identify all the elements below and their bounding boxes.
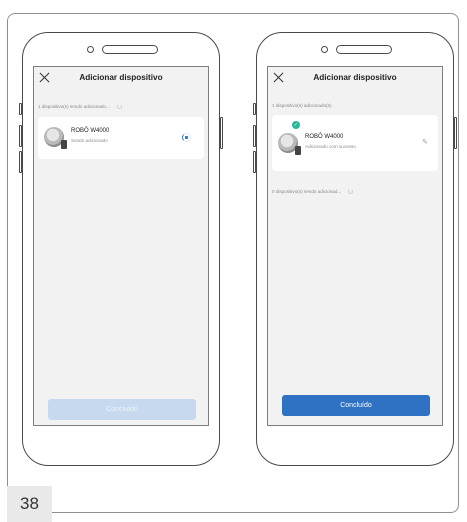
device-card[interactable]: ✓ ROBÔ W4000 Adicionado com sucesso ✎ (272, 115, 438, 171)
phone-speaker (336, 45, 392, 54)
pending-status-text: 0 dispositivo(s) sendo adicionad... (272, 189, 342, 194)
device-status: Sendo adicionado (71, 138, 108, 143)
phone-mockup-adding: Adicionar dispositivo 1 dispositivo(s) s… (19, 32, 223, 466)
loading-spinner-icon (116, 104, 122, 110)
pending-status: 0 dispositivo(s) sendo adicionad... (272, 189, 354, 195)
success-check-icon: ✓ (292, 121, 300, 129)
adding-status: 1 dispositivo(s) sendo adicionado... (38, 104, 122, 110)
device-card[interactable]: ROBÔ W4000 Sendo adicionado (38, 117, 204, 159)
app-bar: Adicionar dispositivo (34, 67, 208, 89)
phone-side-button (19, 103, 22, 115)
concluido-button[interactable]: Concluído (48, 399, 196, 420)
phone-side-button (253, 103, 256, 115)
device-name: ROBÔ W4000 (71, 128, 110, 134)
app-screen-added: Adicionar dispositivo 1 dispositivo(s) a… (267, 66, 443, 426)
phone-volume-up-button (19, 125, 22, 147)
phone-volume-up-button (253, 125, 256, 147)
app-screen-adding: Adicionar dispositivo 1 dispositivo(s) s… (33, 66, 209, 426)
phone-volume-down-button (253, 151, 256, 173)
device-name: ROBÔ W4000 (305, 134, 344, 140)
page-title: Adicionar dispositivo (313, 73, 397, 82)
adding-status-text: 1 dispositivo(s) sendo adicionado... (38, 104, 110, 109)
page-title: Adicionar dispositivo (79, 73, 163, 82)
loading-spinner-icon (348, 189, 354, 195)
phone-mockup-added: Adicionar dispositivo 1 dispositivo(s) a… (253, 32, 457, 466)
phone-camera (321, 46, 328, 53)
app-bar: Adicionar dispositivo (268, 67, 442, 89)
phone-speaker (102, 45, 158, 54)
robot-vacuum-icon (44, 127, 67, 149)
page-number: 38 (7, 486, 52, 522)
phone-camera (87, 46, 94, 53)
concluido-button[interactable]: Concluído (282, 395, 430, 416)
edit-pencil-icon[interactable]: ✎ (422, 138, 428, 146)
device-status: Adicionado com sucesso (305, 144, 356, 149)
phone-power-button (220, 117, 223, 149)
robot-vacuum-icon (278, 133, 301, 155)
phone-volume-down-button (19, 151, 22, 173)
loading-spinner-icon (182, 133, 191, 142)
added-status-text: 1 dispositivo(s) adicionado(s) (272, 103, 332, 108)
phone-power-button (454, 117, 457, 149)
